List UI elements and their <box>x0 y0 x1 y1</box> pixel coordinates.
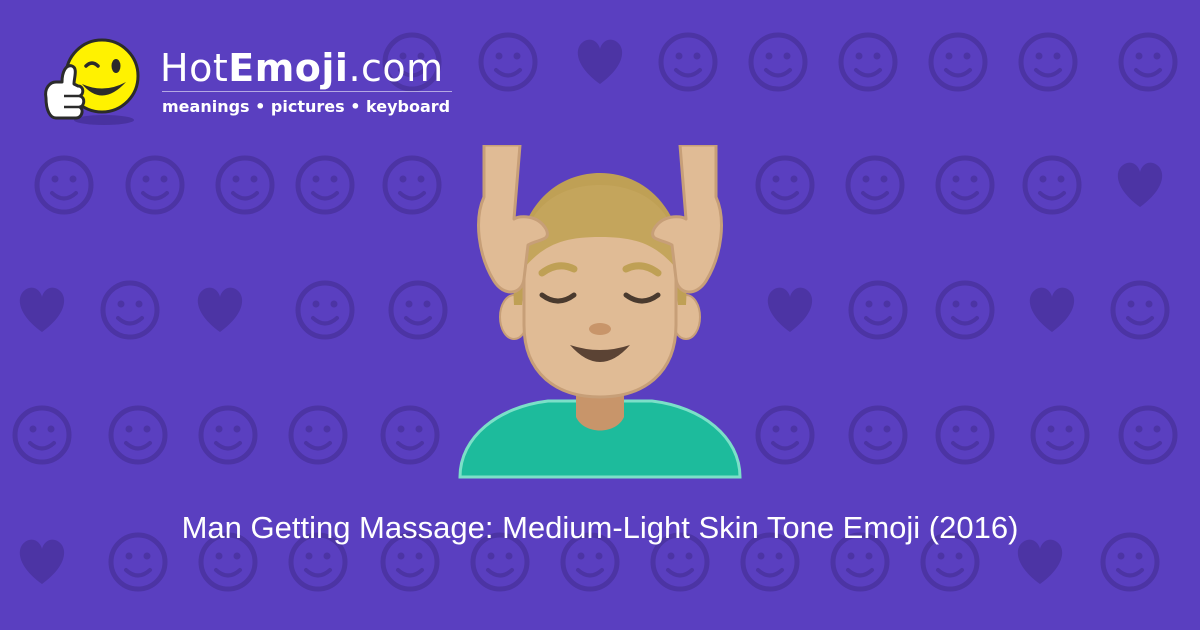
logo-divider <box>162 91 452 92</box>
site-tagline: meanings • pictures • keyboard <box>162 97 451 116</box>
winking-thumbs-up-smiley-icon <box>44 38 140 125</box>
site-name: HotEmoji.com <box>160 46 444 90</box>
site-name-suffix: .com <box>348 46 444 90</box>
page-caption: Man Getting Massage: Medium-Light Skin T… <box>181 510 1019 545</box>
man-getting-massage-emoji-icon <box>458 145 742 479</box>
site-name-bold: Emoji <box>228 46 349 90</box>
site-logo[interactable]: HotEmoji.com meanings • pictures • keybo… <box>40 36 460 132</box>
share-card: HotEmoji.com meanings • pictures • keybo… <box>0 0 1200 630</box>
site-name-prefix: Hot <box>160 46 229 90</box>
